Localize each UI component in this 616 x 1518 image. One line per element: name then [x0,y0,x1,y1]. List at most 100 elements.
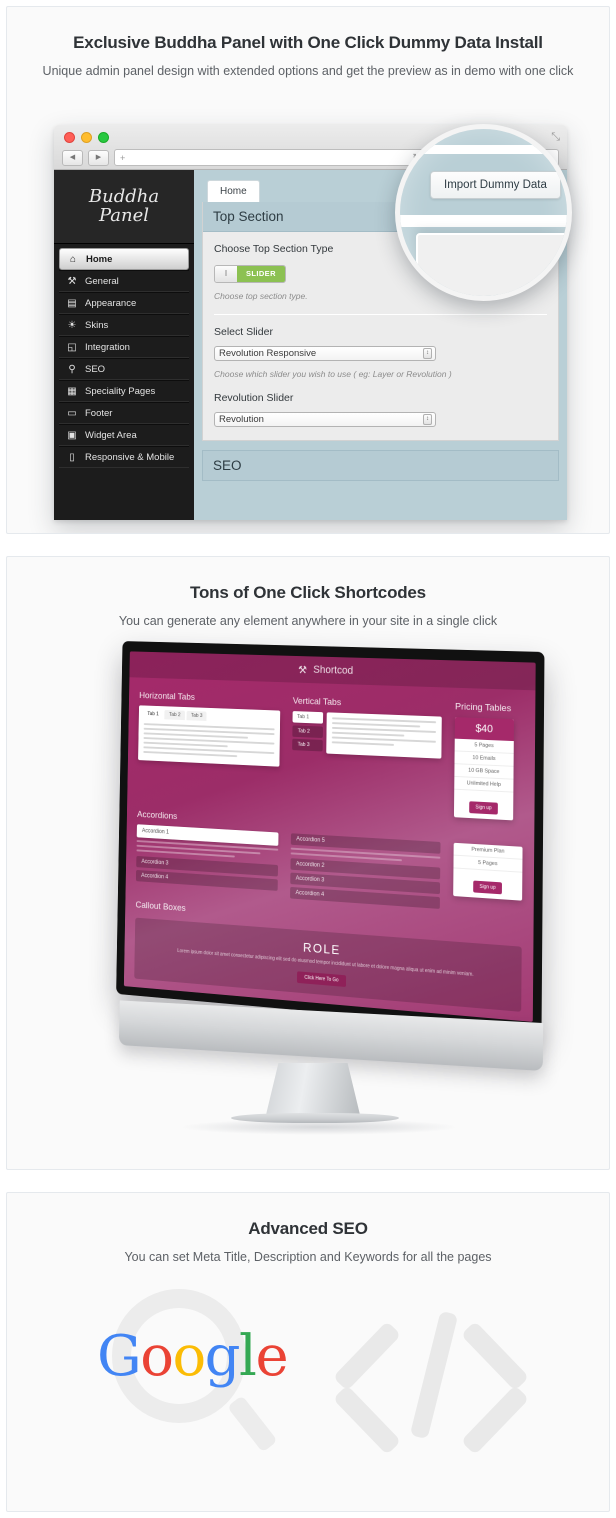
wrench-icon: ⚒ [298,663,307,676]
footer-icon: ▭ [66,408,78,419]
top-section-type-toggle[interactable]: ‖ SLIDER [214,265,286,283]
demo-vtab[interactable]: Tab 3 [292,739,323,752]
magnifier-import-dummy-data: Import Dummy Data [395,124,572,301]
select-slider-dropdown[interactable]: Revolution Responsive ↕ [214,346,436,361]
toggle-off-icon[interactable]: ‖ [215,266,237,282]
sidebar-item-skins[interactable]: ☀ Skins [59,314,189,336]
back-arrow-icon[interactable]: ◀ [62,150,83,166]
price-amount: $40 [455,717,514,741]
google-letter: e [255,1324,287,1389]
logo-line-2: Panel [99,207,149,226]
logo-line-1: Buddha [89,188,159,207]
magnified-gap [395,145,572,154]
demo-vtab[interactable]: Tab 1 [293,711,324,724]
layout-icon: ▤ [66,298,78,309]
section1-header: Exclusive Buddha Panel with One Click Du… [7,7,609,78]
minimize-window-icon[interactable] [81,132,92,143]
google-letter: o [172,1324,204,1389]
demo-tab[interactable]: Tab 2 [165,710,185,720]
sidebar-item-seo[interactable]: ⚲ SEO [59,358,189,380]
feature-card-shortcodes: Tons of One Click Shortcodes You can gen… [6,556,610,1170]
feature-card-advanced-seo: Advanced SEO You can set Meta Title, Des… [6,1192,610,1512]
google-letter: o [140,1324,172,1389]
feature-card-buddha-panel: Exclusive Buddha Panel with One Click Du… [6,6,610,534]
sidebar-item-label: Home [86,254,112,265]
url-input[interactable]: + ↻ [114,149,426,166]
shortcodes-demo-page: ⚒ Shortcod Horizontal Tabs Tab 1 Tab 2 T… [124,651,536,1022]
pricing-table[interactable]: $40 5 Pages 10 Emails 10 GB Space Unlimi… [454,717,514,820]
sidebar-item-general[interactable]: ⚒ General [59,270,189,292]
sidebar-item-label: Footer [85,408,112,419]
google-letter: g [205,1324,239,1389]
select-slider-value: Revolution Responsive [219,348,316,359]
sidebar-item-label: General [85,276,119,287]
google-letter: G [97,1324,140,1389]
demo-page-title: Shortcod [313,664,353,677]
imac-stand-neck [265,1063,361,1119]
tab-home[interactable]: Home [207,180,260,202]
chevron-updown-icon[interactable]: ↕ [423,414,432,425]
label-pricing-tables: Pricing Tables [455,701,524,714]
revolution-slider-value: Revolution [219,414,264,425]
price-signup-button[interactable]: Sign up [473,881,503,895]
sidebar-item-speciality-pages[interactable]: ▦ Speciality Pages [59,380,189,402]
sidebar-item-appearance[interactable]: ▤ Appearance [59,292,189,314]
sidebar-item-label: Speciality Pages [85,386,155,397]
maximize-window-icon[interactable] [98,132,109,143]
revolution-slider-dropdown[interactable]: Revolution ↕ [214,412,436,427]
buddha-panel-logo: Buddha Panel [54,170,194,244]
showcase-page: Exclusive Buddha Panel with One Click Du… [0,0,616,1518]
horizontal-tabs-widget[interactable]: Tab 1 Tab 2 Tab 3 [138,705,280,766]
wrench-icon: ⚒ [66,276,78,287]
forward-arrow-icon[interactable]: ▶ [88,150,109,166]
window-traffic-lights [64,132,109,143]
label-revolution-slider: Revolution Slider [214,392,547,404]
grid-icon: ▦ [66,386,78,397]
google-letter: l [239,1324,255,1389]
sidebar-item-home[interactable]: ⌂ Home [59,248,189,270]
hint-select-slider: Choose which slider you wish to use ( eg… [214,369,547,379]
section2-title: Tons of One Click Shortcodes [7,583,609,603]
sidebar-item-label: Skins [85,320,108,331]
pricing-table[interactable]: Premium Plan 5 Pages Sign up [453,843,522,901]
sidebar-item-responsive-mobile[interactable]: ▯ Responsive & Mobile [59,446,189,468]
sidebar-item-label: Integration [85,342,130,353]
google-logo: Google [97,1329,287,1385]
demo-vtab[interactable]: Tab 2 [292,725,323,738]
sidebar-item-footer[interactable]: ▭ Footer [59,402,189,424]
label-select-slider: Select Slider [214,326,547,338]
toggle-slider-label[interactable]: SLIDER [237,266,285,282]
section1-subtitle: Unique admin panel design with extended … [7,64,609,78]
callout-button[interactable]: Click Here To Go [297,971,346,987]
sidebar-item-label: Appearance [85,298,136,309]
admin-sidebar: Buddha Panel ⌂ Home ⚒ General ▤ Appearan… [54,170,194,520]
label-vertical-tabs: Vertical Tabs [293,696,442,712]
sidebar-menu: ⌂ Home ⚒ General ▤ Appearance ☀ Skins ◱ … [54,244,194,472]
section1-title: Exclusive Buddha Panel with One Click Du… [7,33,609,53]
sidebar-item-label: Responsive & Mobile [85,452,174,463]
magnified-strip [395,215,572,227]
url-text: + [120,153,125,163]
section3-title: Advanced SEO [7,1219,609,1239]
demo-tab[interactable]: Tab 3 [186,711,206,721]
window-icon: ◱ [66,342,78,353]
price-signup-button[interactable]: Sign up [469,801,499,814]
label-horizontal-tabs: Horizontal Tabs [139,691,280,706]
section3-header: Advanced SEO You can set Meta Title, Des… [7,1193,609,1264]
magnifying-glass-handle-icon [227,1395,278,1452]
chevron-updown-icon[interactable]: ↕ [423,348,432,359]
demo-tab[interactable]: Tab 1 [143,709,163,719]
close-window-icon[interactable] [64,132,75,143]
expand-icon[interactable]: ⤡ [551,131,560,144]
imac-shadow [179,1119,459,1135]
mobile-icon: ▯ [66,452,78,463]
field-divider [214,314,547,315]
sidebar-item-integration[interactable]: ◱ Integration [59,336,189,358]
imac-mockup: ⚒ Shortcod Horizontal Tabs Tab 1 Tab 2 T… [69,651,565,1121]
import-dummy-data-button[interactable]: Import Dummy Data [430,171,561,199]
magnified-panel [416,233,572,301]
section3-subtitle: You can set Meta Title, Description and … [7,1250,609,1264]
sidebar-item-label: Widget Area [85,430,137,441]
sidebar-item-widget-area[interactable]: ▣ Widget Area [59,424,189,446]
sun-icon: ☀ [66,320,78,331]
